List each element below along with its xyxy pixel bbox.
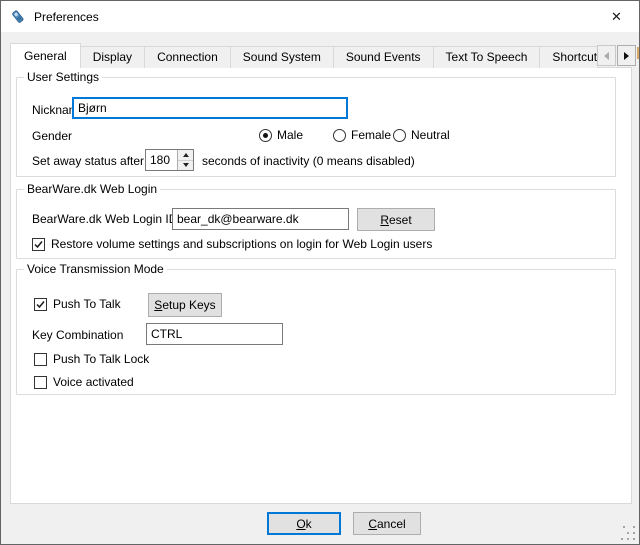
checkbox-label: Voice activated xyxy=(53,375,134,389)
window-title: Preferences xyxy=(34,10,99,24)
tab-label: Sound Events xyxy=(346,50,421,64)
radio-icon xyxy=(259,129,272,142)
spin-down-button[interactable] xyxy=(178,161,193,171)
button-label: etup Keys xyxy=(162,298,215,312)
web-login-group: BearWare.dk Web Login BearWare.dk Web Lo… xyxy=(16,189,616,259)
tab-shortcuts[interactable]: Shortcuts xyxy=(539,46,597,68)
away-seconds-spinner[interactable]: 180 xyxy=(145,149,194,171)
checkbox-label: Push To Talk Lock xyxy=(53,352,149,366)
tab-scroll-right-button[interactable] xyxy=(617,45,636,66)
key-combination-label: Key Combination xyxy=(32,328,123,342)
radio-icon xyxy=(333,129,346,142)
restore-volume-checkbox[interactable]: Restore volume settings and subscription… xyxy=(32,236,432,252)
tab-text-to-speech[interactable]: Text To Speech xyxy=(433,46,541,68)
button-label-mnemonic: C xyxy=(368,517,377,531)
check-icon xyxy=(36,300,45,309)
checkbox-label: Push To Talk xyxy=(53,297,121,311)
away-status-suffix: seconds of inactivity (0 means disabled) xyxy=(202,154,415,168)
voice-activated-checkbox[interactable]: Voice activated xyxy=(34,374,134,390)
spin-up-icon xyxy=(183,153,189,157)
tab-label: Display xyxy=(93,50,132,64)
push-to-talk-checkbox[interactable]: Push To Talk xyxy=(34,296,121,312)
group-title: User Settings xyxy=(24,70,102,84)
radio-icon xyxy=(393,129,406,142)
web-login-id-input[interactable] xyxy=(172,208,349,230)
button-label: k xyxy=(306,517,312,531)
nickname-input[interactable] xyxy=(72,97,348,119)
gender-label: Gender xyxy=(32,129,72,143)
spin-up-button[interactable] xyxy=(178,150,193,161)
tab-connection[interactable]: Connection xyxy=(144,46,231,68)
gender-radio-female[interactable]: Female xyxy=(333,127,391,143)
cancel-button[interactable]: Cancel xyxy=(353,512,421,535)
key-combination-input[interactable] xyxy=(146,323,283,345)
check-icon xyxy=(34,240,43,249)
button-label-mnemonic: R xyxy=(380,213,389,227)
tab-scroll-left-icon xyxy=(604,52,609,60)
tab-label: Connection xyxy=(157,50,218,64)
checkbox-icon xyxy=(34,376,47,389)
radio-label: Neutral xyxy=(411,128,450,142)
checkbox-label: Restore volume settings and subscription… xyxy=(51,237,432,251)
radio-label: Male xyxy=(277,128,303,142)
close-button[interactable]: ✕ xyxy=(594,1,639,31)
reset-button[interactable]: Reset xyxy=(357,208,435,231)
tab-sound-system[interactable]: Sound System xyxy=(230,46,334,68)
gender-radio-male[interactable]: Male xyxy=(259,127,303,143)
checkbox-icon xyxy=(34,298,47,311)
checkbox-icon xyxy=(34,353,47,366)
radio-label: Female xyxy=(351,128,391,142)
spinner-buttons xyxy=(177,150,193,170)
title-bar[interactable]: Preferences ✕ xyxy=(1,1,639,32)
web-login-id-label: BearWare.dk Web Login ID xyxy=(32,212,177,226)
button-label: eset xyxy=(389,213,412,227)
tab-sound-events[interactable]: Sound Events xyxy=(333,46,434,68)
teamtalk-app-icon xyxy=(10,9,26,25)
away-seconds-value: 180 xyxy=(150,153,170,167)
user-settings-group: User Settings Nickname Gender Male Femal… xyxy=(16,77,616,177)
checkbox-icon xyxy=(32,238,45,251)
gender-radio-neutral[interactable]: Neutral xyxy=(393,127,450,143)
tab-label: Sound System xyxy=(243,50,321,64)
tab-display[interactable]: Display xyxy=(80,46,145,68)
group-title: Voice Transmission Mode xyxy=(24,262,167,276)
button-label-mnemonic: O xyxy=(296,517,305,531)
setup-keys-button[interactable]: Setup Keys xyxy=(148,293,222,317)
tab-general[interactable]: General xyxy=(10,43,81,68)
ok-button[interactable]: Ok xyxy=(267,512,341,535)
button-label: ancel xyxy=(377,517,406,531)
tab-label: General xyxy=(24,49,67,63)
radio-dot xyxy=(263,133,268,138)
close-icon: ✕ xyxy=(611,10,622,23)
push-to-talk-lock-checkbox[interactable]: Push To Talk Lock xyxy=(34,351,149,367)
tab-scroll-left-button[interactable] xyxy=(597,45,616,66)
resize-grip[interactable] xyxy=(621,526,636,541)
tab-label: Text To Speech xyxy=(446,50,528,64)
voice-transmission-group: Voice Transmission Mode Push To Talk Set… xyxy=(16,269,616,395)
preferences-dialog: Preferences ✕ General Display Connection… xyxy=(0,0,640,545)
tab-bar: General Display Connection Sound System … xyxy=(10,43,597,68)
group-title: BearWare.dk Web Login xyxy=(24,182,160,196)
tab-scroll-right-icon xyxy=(624,52,629,60)
spin-down-icon xyxy=(183,163,189,167)
away-status-label: Set away status after xyxy=(32,154,144,168)
tab-label: Shortcuts xyxy=(552,50,597,64)
